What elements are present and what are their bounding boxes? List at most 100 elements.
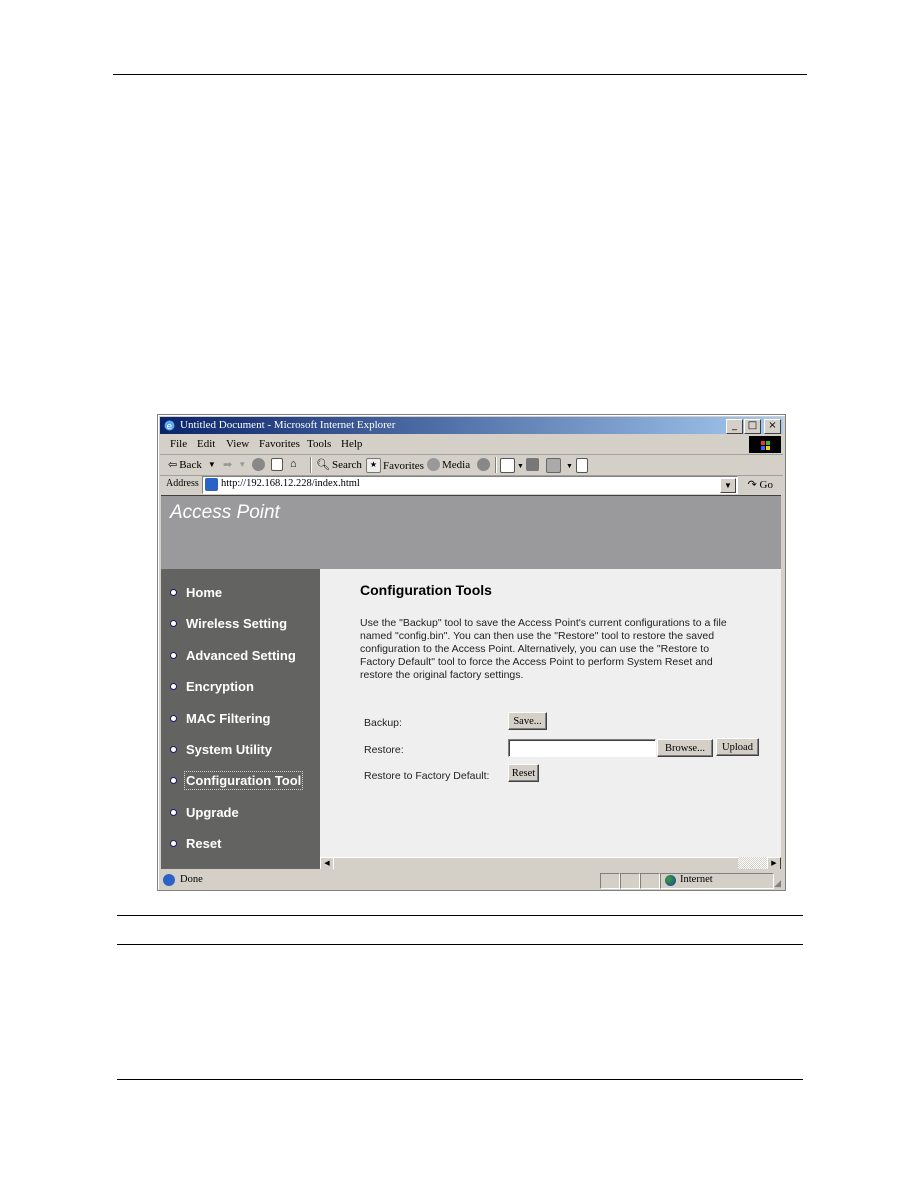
standard-toolbar: ⇦ Back ▼ ➡ ▼ ⌂ 🔍︎ Search ★ Favorites Med… (160, 455, 783, 476)
status-bar: Done Internet ◢ (160, 872, 783, 889)
restore-file-input[interactable] (508, 739, 656, 757)
bullet-icon (170, 714, 177, 722)
favorites-button[interactable]: ★ Favorites (366, 458, 424, 473)
go-button[interactable]: ↷ Go (748, 478, 773, 491)
address-input[interactable]: http://192.168.12.228/index.html ▼ (202, 476, 738, 494)
menu-bar: File Edit View Favorites Tools Help (160, 435, 783, 455)
page-title: Configuration Tools (360, 582, 492, 598)
reset-button[interactable]: Reset (508, 764, 539, 782)
bullet-icon (170, 619, 177, 627)
menu-favorites[interactable]: Favorites (259, 438, 300, 450)
toolbar-separator (495, 457, 497, 473)
status-pane (640, 873, 660, 889)
nav-item-reset[interactable]: Reset (170, 834, 221, 852)
title-bar: e Untitled Document - Microsoft Internet… (160, 417, 783, 434)
chevron-down-icon: ▼ (566, 461, 573, 470)
page-done-icon (163, 874, 175, 886)
browser-window: e Untitled Document - Microsoft Internet… (157, 414, 786, 891)
address-label: Address (166, 478, 199, 489)
media-icon (427, 458, 440, 471)
page-footer-rule (117, 1079, 803, 1080)
toolbar-separator (310, 457, 312, 473)
windows-logo-icon (749, 436, 781, 453)
search-button[interactable]: 🔍︎ Search (316, 458, 362, 472)
mail-button[interactable]: ▼ (500, 458, 524, 473)
sidebar-nav: Home Wireless Setting Advanced Setting E… (161, 569, 320, 869)
scroll-right-arrow[interactable]: ▶ (767, 857, 781, 869)
page-icon (205, 478, 218, 491)
nav-item-wireless-setting[interactable]: Wireless Setting (170, 614, 287, 632)
refresh-button[interactable] (271, 458, 283, 471)
save-button[interactable]: Save... (508, 712, 547, 730)
address-url: http://192.168.12.228/index.html (221, 478, 360, 489)
bullet-icon (170, 682, 177, 690)
ie-logo-icon: e (164, 420, 175, 432)
discuss-icon (576, 458, 588, 473)
scrollbar-track[interactable] (738, 857, 768, 869)
menu-view[interactable]: View (226, 438, 249, 450)
zone-pane: Internet (660, 873, 774, 889)
bullet-icon (170, 588, 177, 596)
nav-item-encryption[interactable]: Encryption (170, 677, 254, 695)
print-button[interactable] (526, 458, 539, 471)
forward-button[interactable]: ➡ ▼ (223, 458, 246, 471)
address-dropdown-button[interactable]: ▼ (720, 478, 736, 493)
page-viewport: Access Point Home Wireless Setting Advan… (161, 495, 781, 869)
scroll-left-arrow[interactable]: ◀ (320, 857, 334, 869)
stop-button[interactable] (252, 458, 265, 471)
home-button[interactable]: ⌂ (290, 458, 297, 470)
main-content: Configuration Tools Use the "Backup" too… (320, 569, 781, 861)
close-button[interactable]: × (764, 419, 781, 434)
history-icon (477, 458, 490, 471)
status-pane (600, 873, 620, 889)
home-icon: ⌂ (290, 458, 297, 470)
go-arrow-icon: ↷ (747, 479, 757, 491)
nav-item-upgrade[interactable]: Upgrade (170, 803, 239, 821)
minimize-button[interactable]: _ (726, 419, 743, 434)
nav-item-system-utility[interactable]: System Utility (170, 740, 272, 758)
menu-edit[interactable]: Edit (197, 438, 215, 450)
svg-text:e: e (167, 422, 173, 432)
menu-file[interactable]: File (170, 438, 187, 450)
restore-label: Restore: (364, 744, 404, 756)
horizontal-scrollbar[interactable]: ◀ ▶ (320, 857, 781, 869)
nav-item-advanced-setting[interactable]: Advanced Setting (170, 646, 296, 664)
nav-item-home[interactable]: Home (170, 583, 222, 601)
maximize-button[interactable]: □ (744, 419, 761, 434)
discuss-button[interactable] (576, 458, 588, 473)
edit-icon (546, 458, 561, 473)
globe-icon (665, 875, 676, 886)
page-description: Use the "Backup" tool to save the Access… (360, 617, 727, 681)
nav-item-mac-filtering[interactable]: MAC Filtering (170, 709, 271, 727)
bullet-icon (170, 839, 177, 847)
refresh-icon (271, 458, 283, 471)
print-icon (526, 458, 539, 471)
status-text: Done (180, 874, 203, 885)
stop-icon (252, 458, 265, 471)
nav-item-configuration-tool[interactable]: Configuration Tool (170, 770, 304, 790)
bullet-icon (170, 745, 177, 753)
caption-bottom-rule (117, 944, 803, 945)
back-button[interactable]: ⇦ Back ▼ (168, 458, 216, 472)
resize-grip-icon[interactable]: ◢ (774, 878, 781, 889)
search-icon: 🔍︎ (316, 459, 330, 471)
upload-button[interactable]: Upload (716, 738, 759, 756)
window-title: Untitled Document - Microsoft Internet E… (180, 419, 396, 431)
caption-top-rule (117, 915, 803, 916)
factory-default-label: Restore to Factory Default: (364, 770, 490, 782)
backup-label: Backup: (364, 717, 402, 729)
edit-button[interactable]: ▼ (546, 458, 573, 473)
menu-tools[interactable]: Tools (307, 438, 331, 450)
browse-button[interactable]: Browse... (657, 739, 713, 757)
mail-icon (500, 458, 515, 473)
brand-title: Access Point (170, 502, 280, 523)
security-zone: Internet (680, 874, 713, 885)
chevron-down-icon: ▼ (238, 460, 247, 469)
bullet-icon (170, 651, 177, 659)
scrollbar-thumb[interactable] (333, 857, 740, 869)
media-button[interactable]: Media (427, 458, 470, 471)
menu-help[interactable]: Help (341, 438, 362, 450)
page-banner: Access Point (161, 496, 781, 569)
bullet-icon (170, 776, 177, 784)
history-button[interactable] (477, 458, 490, 471)
